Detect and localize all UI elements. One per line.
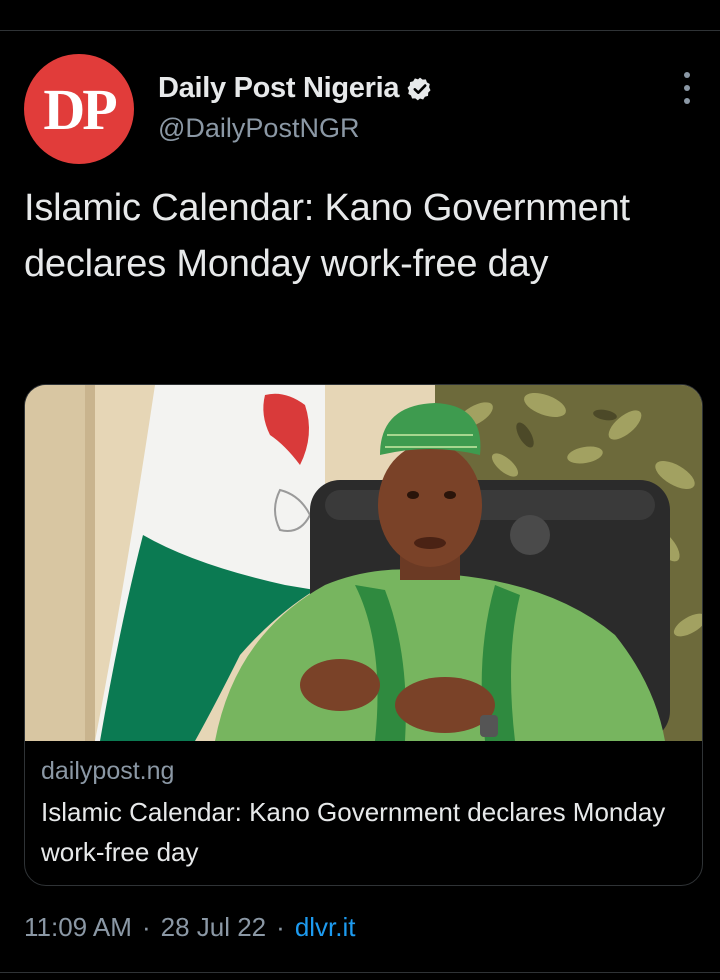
- avatar-logo-text: DP: [43, 77, 117, 142]
- card-domain: dailypost.ng: [41, 757, 175, 785]
- bottom-divider: [0, 972, 720, 973]
- handle[interactable]: @DailyPostNGR: [158, 113, 433, 144]
- name-row: Daily Post Nigeria: [158, 72, 433, 105]
- separator: ·: [141, 912, 151, 942]
- tweet-timestamp: 11:09 AM · 28 Jul 22 · dlvr.it: [24, 912, 356, 943]
- tweet-time[interactable]: 11:09 AM: [24, 912, 132, 943]
- tweet-text: Islamic Calendar: Kano Government declar…: [24, 187, 630, 285]
- tweet-source-link[interactable]: dlvr.it: [295, 912, 356, 943]
- card-meta: dailypost.ng Islamic Calendar: Kano Gove…: [41, 757, 691, 872]
- more-dots-icon[interactable]: [678, 72, 696, 104]
- author-info[interactable]: Daily Post Nigeria @DailyPostNGR: [158, 72, 433, 144]
- display-name[interactable]: Daily Post Nigeria: [158, 72, 399, 105]
- verified-badge-icon: [407, 76, 433, 102]
- card-photo-illustration: [25, 385, 702, 741]
- dot: [684, 72, 690, 78]
- dot: [684, 85, 690, 91]
- separator: ·: [276, 912, 285, 942]
- card-image[interactable]: [25, 385, 702, 741]
- link-card[interactable]: dailypost.ng Islamic Calendar: Kano Gove…: [24, 384, 703, 886]
- avatar[interactable]: DP: [24, 54, 134, 164]
- card-title: Islamic Calendar: Kano Government declar…: [41, 797, 666, 867]
- tweet-date[interactable]: 28 Jul 22: [161, 912, 267, 943]
- top-divider: [0, 30, 720, 31]
- dot: [684, 98, 690, 104]
